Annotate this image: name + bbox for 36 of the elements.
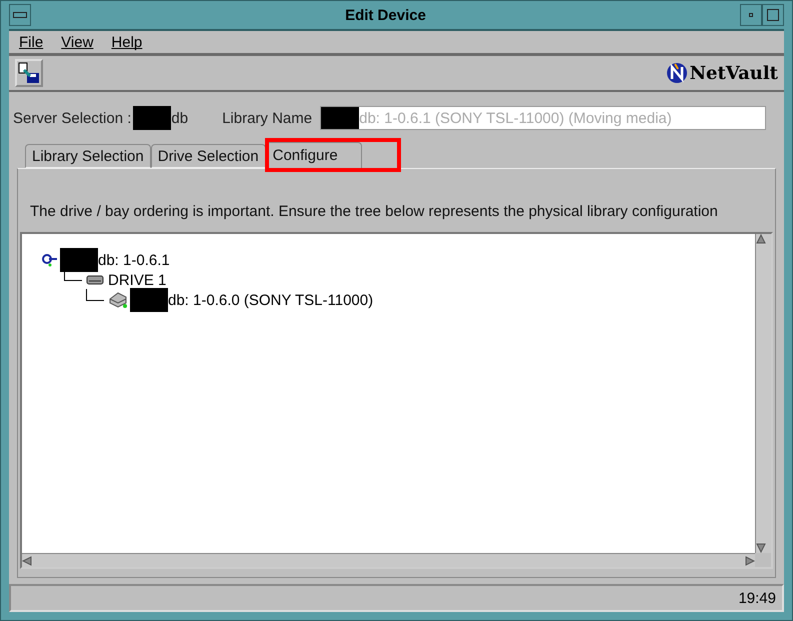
save-icon — [18, 62, 40, 84]
library-label: Library Name — [222, 110, 312, 126]
maximize-icon — [767, 9, 779, 21]
robot-arm-icon — [42, 253, 58, 267]
menu-item[interactable]: File — [19, 34, 44, 50]
logo-text: NetVault — [690, 62, 778, 84]
redaction-mark — [133, 106, 172, 130]
window-menu-button[interactable] — [9, 4, 31, 26]
scroll-right-arrow-icon[interactable] — [745, 556, 755, 566]
scroll-left-arrow-icon[interactable] — [22, 556, 32, 566]
minimize-button[interactable] — [740, 4, 762, 26]
tab[interactable]: Library Selection — [25, 144, 151, 168]
server-value: db — [171, 110, 188, 126]
redaction-mark — [130, 288, 168, 312]
server-label: Server Selection : — [13, 110, 132, 126]
menu-item[interactable]: View — [61, 34, 94, 50]
minimize-icon — [749, 13, 753, 17]
vertical-scrollbar[interactable] — [755, 234, 771, 553]
maximize-button[interactable] — [762, 4, 784, 26]
scroll-down-arrow-icon[interactable] — [756, 543, 766, 553]
menu-icon — [13, 12, 27, 18]
status-time: 19:49 — [738, 590, 776, 606]
tree-node[interactable]: DRIVE 1 — [108, 272, 166, 288]
scroll-up-arrow-icon[interactable] — [756, 234, 766, 244]
instruction-text: The drive / bay ordering is important. Ensure the tree below represents the physical library configuration — [30, 203, 718, 220]
redaction-mark — [321, 107, 360, 129]
tab[interactable]: Drive Selection — [150, 144, 266, 168]
drive-bay-icon — [86, 275, 104, 285]
window-title: Edit Device — [344, 6, 427, 24]
save-button[interactable] — [15, 59, 43, 87]
logo-icon — [666, 62, 688, 84]
menu-item[interactable]: Help — [111, 34, 142, 50]
horizontal-scrollbar[interactable] — [22, 553, 755, 567]
tape-drive-icon — [108, 291, 128, 309]
tree-node[interactable]: db: 1-0.6.1 — [98, 252, 170, 268]
tree-node[interactable]: db: 1-0.6.0 (SONY TSL-11000) — [168, 292, 374, 308]
